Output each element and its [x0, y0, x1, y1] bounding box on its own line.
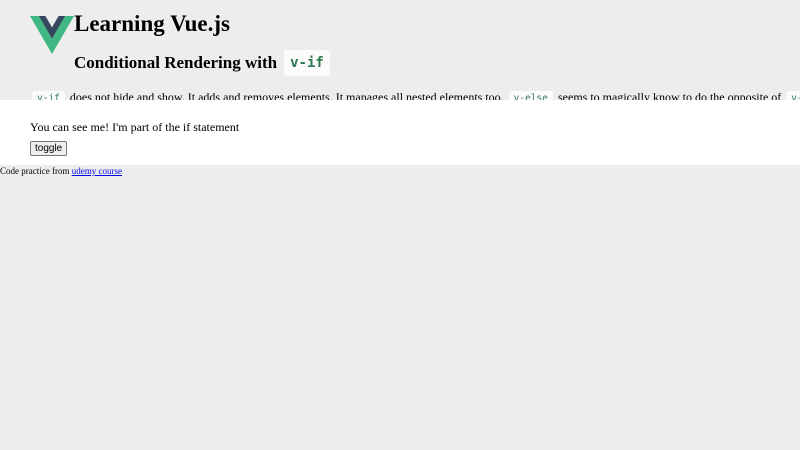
page: Learning Vue.js Conditional Rendering wi… — [0, 0, 800, 450]
udemy-course-link[interactable]: udemy course — [72, 166, 122, 176]
title-block: Learning Vue.js Conditional Rendering wi… — [74, 10, 330, 76]
footer: Code practice from udemy course — [0, 166, 122, 177]
toggle-button[interactable]: toggle — [30, 141, 68, 156]
subtitle-code: v-if — [284, 50, 330, 76]
footer-text: Code practice from — [0, 166, 70, 176]
content-panel: You can see me! I'm part of the if state… — [0, 100, 800, 165]
section-subtitle: Conditional Rendering with v-if — [74, 50, 330, 76]
header: Learning Vue.js Conditional Rendering wi… — [0, 0, 800, 106]
vue-logo-icon — [30, 16, 74, 54]
subtitle-text: Conditional Rendering with — [74, 53, 278, 72]
if-message: You can see me! I'm part of the if state… — [30, 120, 240, 134]
page-title: Learning Vue.js — [74, 11, 230, 36]
